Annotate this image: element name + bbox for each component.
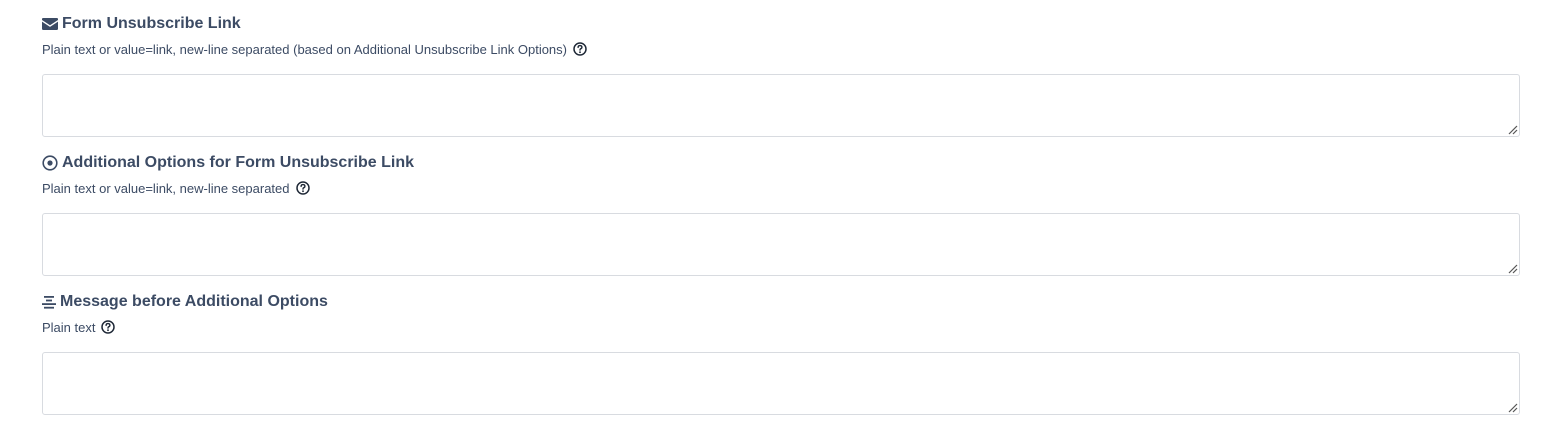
resize-handle-icon[interactable]: [1507, 263, 1518, 274]
field-help-label: Plain text or value=link, new-line separ…: [42, 180, 290, 196]
textarea-container: [42, 213, 1520, 276]
field-title-label: Form Unsubscribe Link: [62, 15, 241, 32]
field-help-label: Plain text: [42, 319, 96, 335]
message-before-options-textarea[interactable]: [42, 352, 1520, 415]
field-title-label: Additional Options for Form Unsubscribe …: [62, 154, 415, 171]
field-help-label: Plain text or value=link, new-line separ…: [42, 41, 567, 57]
resize-handle-icon[interactable]: [1507, 402, 1518, 413]
field-help-text: Plain text or value=link, new-line separ…: [42, 178, 1520, 198]
field-help-text: Plain text: [42, 317, 1520, 337]
align-center-icon: [42, 295, 56, 309]
field-title: Additional Options for Form Unsubscribe …: [42, 151, 1520, 175]
field-title: Form Unsubscribe Link: [42, 12, 1520, 36]
field-title-label: Message before Additional Options: [60, 293, 328, 310]
envelope-icon: [42, 17, 58, 31]
field-title: Message before Additional Options: [42, 290, 1520, 314]
question-circle-icon[interactable]: [101, 320, 116, 334]
form-unsubscribe-link-textarea[interactable]: [42, 74, 1520, 137]
field-help-text: Plain text or value=link, new-line separ…: [42, 39, 1520, 59]
question-circle-icon[interactable]: [573, 42, 587, 56]
message-before-options-field: Message before Additional Options Plain …: [42, 290, 1520, 415]
additional-options-field: Additional Options for Form Unsubscribe …: [42, 151, 1520, 276]
question-circle-icon[interactable]: [295, 181, 310, 195]
unsubscribe-settings-form: Form Unsubscribe Link Plain text or valu…: [0, 0, 1563, 424]
radio-dot-icon: [42, 155, 58, 171]
textarea-container: [42, 74, 1520, 137]
resize-handle-icon[interactable]: [1507, 124, 1518, 135]
additional-options-textarea[interactable]: [42, 213, 1520, 276]
textarea-container: [42, 352, 1520, 415]
form-unsubscribe-link-field: Form Unsubscribe Link Plain text or valu…: [42, 12, 1520, 137]
